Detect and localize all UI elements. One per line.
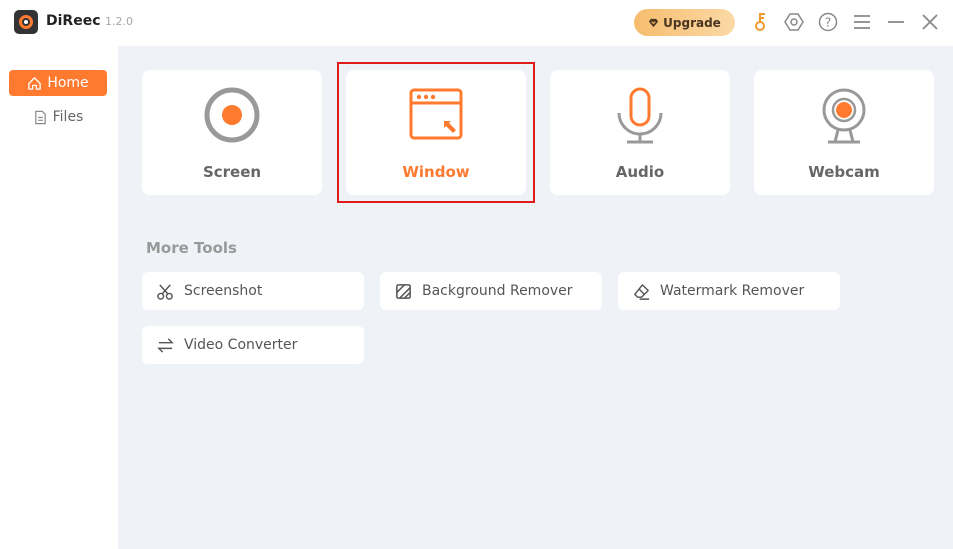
tool-video-converter[interactable]: Video Converter [142, 326, 364, 364]
upgrade-button[interactable]: Upgrade [634, 9, 735, 36]
file-icon [34, 110, 46, 124]
mode-label: Webcam [808, 163, 880, 181]
sidebar-item-home[interactable]: Home [9, 70, 107, 96]
main-panel: Screen Window Audio Webcam More Tools Sc… [118, 46, 953, 549]
more-tools-heading: More Tools [146, 239, 237, 257]
convert-arrows-icon [157, 337, 174, 353]
tool-label: Screenshot [184, 283, 263, 299]
screen-record-icon [204, 87, 260, 143]
window-icon [409, 88, 463, 140]
diamond-heart-icon [649, 18, 659, 28]
tool-watermark-remover[interactable]: Watermark Remover [618, 272, 840, 310]
background-remover-icon [396, 283, 411, 299]
app-version: 1.2.0 [105, 15, 133, 28]
help-icon[interactable]: ? [817, 11, 839, 33]
sidebar-item-label: Home [47, 75, 89, 91]
tool-label: Video Converter [184, 337, 298, 353]
scissors-icon [157, 283, 173, 300]
settings-icon[interactable] [783, 11, 805, 33]
mode-card-audio[interactable]: Audio [550, 70, 730, 195]
mode-card-webcam[interactable]: Webcam [754, 70, 934, 195]
tool-screenshot[interactable]: Screenshot [142, 272, 364, 310]
sidebar-item-label: Files [52, 109, 84, 125]
mode-card-window[interactable]: Window [346, 70, 526, 195]
microphone-icon [617, 87, 663, 144]
app-name: DiReec [46, 13, 101, 29]
tool-label: Watermark Remover [660, 283, 805, 299]
sidebar: Home Files [0, 46, 118, 549]
upgrade-label: Upgrade [663, 15, 721, 30]
tool-label: Background Remover [422, 283, 573, 299]
tool-background-remover[interactable]: Background Remover [380, 272, 602, 310]
mode-label: Screen [202, 163, 262, 181]
home-icon [28, 76, 42, 90]
key-icon[interactable] [749, 11, 771, 33]
close-icon[interactable] [919, 11, 941, 33]
title-bar: DiReec 1.2.0 Upgrade ? [0, 0, 953, 46]
mode-label: Window [402, 163, 470, 181]
webcam-icon [822, 88, 866, 144]
eraser-icon [634, 283, 650, 300]
sidebar-item-files[interactable]: Files [9, 104, 107, 130]
mode-card-screen[interactable]: Screen [142, 70, 322, 195]
app-logo-icon [14, 10, 38, 34]
minimize-icon[interactable] [885, 11, 907, 33]
mode-label: Audio [615, 163, 665, 181]
svg-text:?: ? [825, 16, 831, 30]
menu-icon[interactable] [851, 11, 873, 33]
